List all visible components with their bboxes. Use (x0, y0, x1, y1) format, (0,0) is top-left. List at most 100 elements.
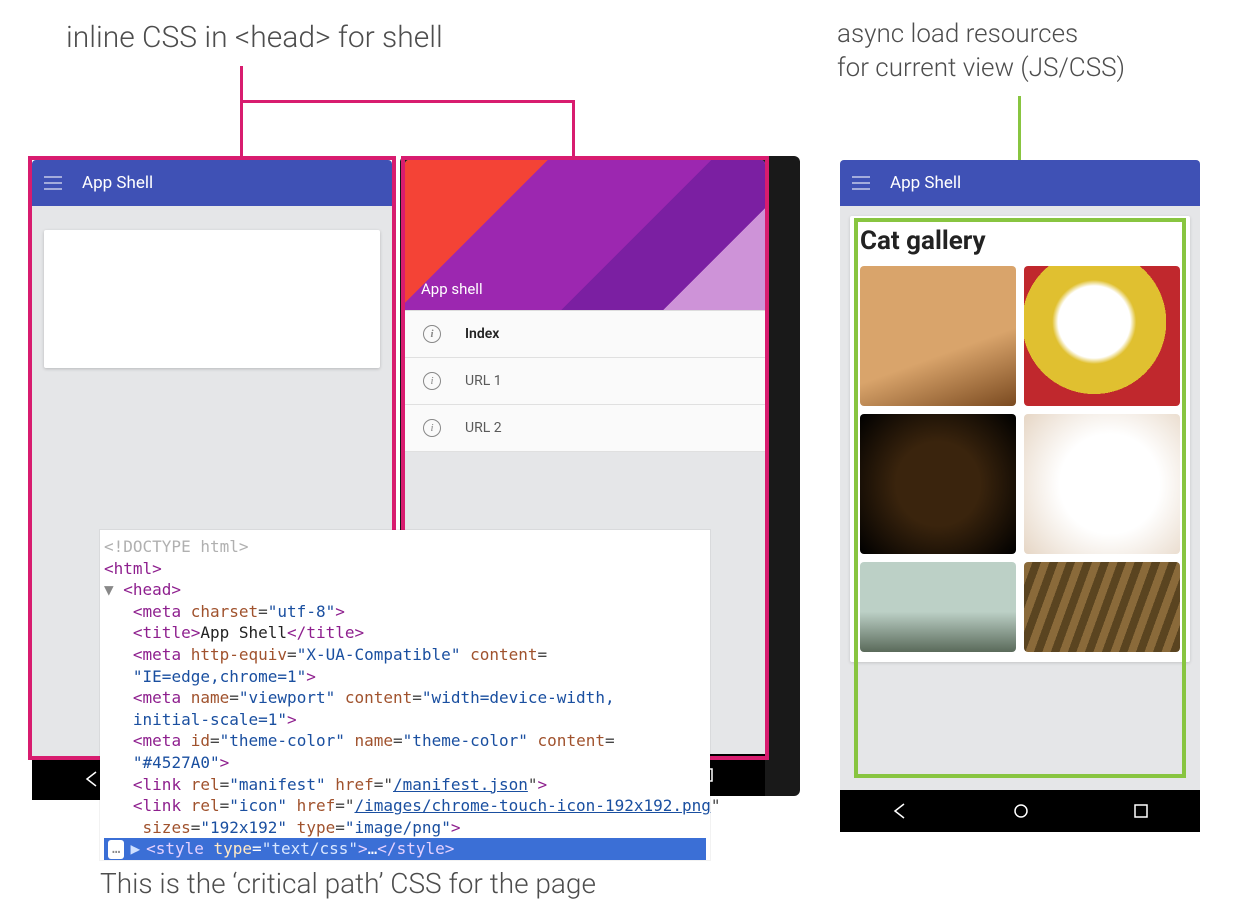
code-tag: <meta (133, 645, 181, 664)
devtools-code-panel: <!DOCTYPE html> <html> ▼ <head> <meta ch… (100, 530, 710, 860)
drawer-item-url2[interactable]: i URL 2 (405, 405, 765, 452)
gallery-title: Cat gallery (860, 226, 1180, 256)
info-icon: i (423, 372, 441, 390)
app-title: App Shell (82, 173, 153, 193)
code-val: "utf-8" (268, 602, 335, 621)
phone-content-loaded: App Shell Cat gallery (840, 160, 1200, 832)
code-tag: <meta (133, 602, 181, 621)
info-icon: i (423, 419, 441, 437)
label-inline-css: inline CSS in <head> for shell (66, 18, 443, 57)
gallery-image[interactable] (1024, 414, 1180, 554)
empty-content-card (44, 230, 380, 368)
drawer-item-label: URL 2 (465, 420, 502, 436)
code-tag: > (538, 775, 548, 794)
code-attr: name (345, 731, 393, 750)
code-highlighted-style-line[interactable]: … ▶ <style type="text/css">…</style> (104, 838, 706, 860)
code-attr: content (460, 645, 537, 664)
code-val: "image/png" (345, 818, 451, 837)
code-attr: name (181, 688, 229, 707)
code-head-open: <head> (123, 580, 181, 599)
code-collapsed-icon: … (368, 839, 378, 858)
code-attr: rel (181, 796, 220, 815)
code-tag: > (287, 710, 297, 729)
code-val: initial-scale=1" (133, 710, 287, 729)
nav-recent-icon[interactable] (1133, 803, 1149, 819)
info-icon: i (423, 325, 441, 343)
code-html-open: <html> (104, 559, 162, 578)
code-tag: > (306, 667, 316, 686)
drawer-hero: App shell (405, 160, 765, 310)
code-tag: <style (146, 839, 204, 858)
code-tag: <meta (133, 688, 181, 707)
code-attr: content (335, 688, 412, 707)
code-link[interactable]: /images/chrome-touch-icon-192x192.png (354, 796, 710, 815)
code-link[interactable]: /manifest.json (393, 775, 528, 794)
code-val: "theme-color" (220, 731, 345, 750)
code-tag: <meta (133, 731, 181, 750)
code-val: "X-UA-Compatible" (297, 645, 461, 664)
code-attr: charset (181, 602, 258, 621)
code-attr: http-equiv (181, 645, 287, 664)
gallery-image[interactable] (1024, 266, 1180, 406)
label-critical-path: This is the ‘critical path’ CSS for the … (100, 866, 596, 902)
code-text: App Shell (200, 623, 287, 642)
code-tag: </title> (287, 623, 364, 642)
drawer-item-label: URL 1 (465, 373, 502, 389)
code-attr: type (204, 839, 252, 858)
drawer-item-label: Index (465, 326, 499, 342)
code-eq: = (258, 602, 268, 621)
connector-inline-h (240, 100, 575, 103)
gallery-image[interactable] (860, 266, 1016, 406)
expand-arrow-icon[interactable]: ▼ (104, 580, 123, 599)
nav-back-icon[interactable] (891, 802, 909, 820)
code-tag: </style> (377, 839, 454, 858)
gallery-image[interactable] (1024, 562, 1180, 652)
code-tag: <link (133, 796, 181, 815)
gallery-image[interactable] (860, 562, 1016, 652)
code-attr: sizes (133, 818, 191, 837)
drawer-item-index[interactable]: i Index (405, 311, 765, 358)
nav-home-icon[interactable] (1012, 802, 1030, 820)
hamburger-icon[interactable] (852, 176, 870, 190)
app-topbar: App Shell (840, 160, 1200, 206)
code-val: "IE=edge,chrome=1" (133, 667, 306, 686)
code-attr: rel (181, 775, 220, 794)
code-tag: <title> (133, 623, 200, 642)
code-val: "manifest" (229, 775, 325, 794)
code-attr: content (528, 731, 605, 750)
code-tag: > (220, 753, 230, 772)
code-attr: type (287, 818, 335, 837)
gallery-image[interactable] (860, 414, 1016, 554)
code-val: "theme-color" (403, 731, 528, 750)
code-tag: <link (133, 775, 181, 794)
android-navbar (840, 790, 1200, 832)
expand-arrow-icon[interactable]: ▶ (130, 838, 140, 860)
label-async-load: async load resources for current view (J… (837, 18, 1125, 86)
code-attr: href (287, 796, 335, 815)
label-async-line2: for current view (JS/CSS) (837, 53, 1125, 83)
code-tag: > (335, 602, 345, 621)
code-attr: id (181, 731, 210, 750)
connector-inline-v-left (240, 100, 243, 162)
ellipsis-icon: … (108, 840, 124, 859)
code-attr: href (326, 775, 374, 794)
label-async-line1: async load resources (837, 19, 1078, 49)
code-val: "viewport" (239, 688, 335, 707)
code-tag: > (358, 839, 368, 858)
connector-inline-v-right (572, 100, 575, 162)
code-tag: > (451, 818, 461, 837)
code-doctype: <!DOCTYPE html> (104, 537, 249, 556)
app-title: App Shell (890, 173, 961, 193)
hamburger-icon[interactable] (44, 176, 62, 190)
drawer-list: i Index i URL 1 i URL 2 (405, 310, 765, 452)
code-val: "width=device-width, (422, 688, 615, 707)
gallery-grid (860, 266, 1180, 652)
drawer-hero-label: App shell (421, 280, 483, 298)
code-val: "192x192" (200, 818, 287, 837)
code-val: "text/css" (262, 839, 358, 858)
nav-back-icon[interactable] (83, 770, 101, 788)
drawer-item-url1[interactable]: i URL 1 (405, 358, 765, 405)
connector-inline-v (240, 66, 243, 103)
gallery-card: Cat gallery (850, 216, 1190, 662)
app-topbar: App Shell (32, 160, 392, 206)
